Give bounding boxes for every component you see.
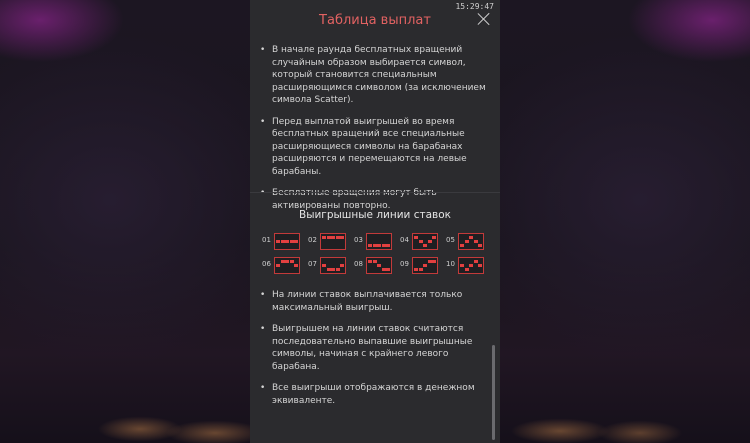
payline-diagram xyxy=(320,233,346,250)
payline-number: 10 xyxy=(446,260,455,268)
payline-cell xyxy=(372,259,377,263)
payline-cell xyxy=(473,259,478,263)
payline-cell xyxy=(285,259,290,263)
payline-number: 04 xyxy=(400,236,409,244)
payline-07: 07 xyxy=(308,257,354,275)
payline-diagram xyxy=(458,233,484,250)
list-item: В начале раунда бесплатных вращений случ… xyxy=(260,44,490,107)
payline-cell xyxy=(423,243,428,247)
payline-cell xyxy=(326,235,331,239)
payline-cell xyxy=(414,235,418,239)
payline-diagram xyxy=(274,233,300,250)
list-item: Перед выплатой выигрышей во время беспла… xyxy=(260,116,490,179)
list-item: Все выигрыши отображаются в денежном экв… xyxy=(260,382,490,407)
payline-cell xyxy=(460,263,464,267)
payline-number: 01 xyxy=(262,236,271,244)
payline-cell xyxy=(294,263,299,267)
payline-cell xyxy=(427,239,432,243)
payline-10: 10 xyxy=(446,257,492,275)
payline-03: 03 xyxy=(354,233,400,251)
payline-diagram xyxy=(274,257,300,274)
payline-diagram xyxy=(412,257,438,274)
payline-cell xyxy=(335,267,340,271)
list-item: Выигрышем на линии ставок считаются посл… xyxy=(260,323,490,373)
payline-cell xyxy=(280,259,285,263)
payline-cell xyxy=(418,239,423,243)
payline-diagram xyxy=(366,257,392,274)
paytable-content[interactable]: В начале раунда бесплатных вращений случ… xyxy=(250,36,500,443)
payline-number: 06 xyxy=(262,260,271,268)
payline-cell xyxy=(473,239,478,243)
payline-cell xyxy=(432,259,437,263)
payline-cell xyxy=(386,267,391,271)
payline-cell xyxy=(377,263,382,267)
payline-cell xyxy=(381,267,386,271)
payline-cell xyxy=(460,243,464,247)
payline-cell xyxy=(322,263,326,267)
payline-number: 03 xyxy=(354,236,363,244)
payline-cell xyxy=(335,235,340,239)
payline-cell xyxy=(368,259,372,263)
payline-cell xyxy=(372,243,377,247)
payline-diagram xyxy=(458,257,484,274)
payline-number: 09 xyxy=(400,260,409,268)
payline-cell xyxy=(418,267,423,271)
payline-cell xyxy=(381,243,386,247)
payline-01: 01 xyxy=(262,233,308,251)
payline-diagram xyxy=(320,257,346,274)
payline-number: 02 xyxy=(308,236,317,244)
payline-cell xyxy=(386,243,391,247)
payline-cell xyxy=(478,263,483,267)
payline-cell xyxy=(280,239,285,243)
payline-cell xyxy=(331,267,336,271)
payline-cell xyxy=(294,239,299,243)
paytable-title: Таблица выплат xyxy=(319,13,431,28)
payline-02: 02 xyxy=(308,233,354,251)
clock: 15:29:47 xyxy=(455,2,494,11)
free-spins-list: В начале раунда бесплатных вращений случ… xyxy=(260,44,490,221)
payline-cell xyxy=(478,243,483,247)
payline-cell xyxy=(289,259,294,263)
payline-cell xyxy=(464,239,469,243)
paytable-panel: Таблица выплат В начале раунда бесплатны… xyxy=(250,0,500,443)
payline-09: 09 xyxy=(400,257,446,275)
payline-cell xyxy=(423,263,428,267)
payline-06: 06 xyxy=(262,257,308,275)
scrollbar[interactable] xyxy=(492,345,495,440)
close-icon[interactable] xyxy=(477,12,491,26)
payline-cell xyxy=(464,267,469,271)
payline-cell xyxy=(432,235,437,239)
payline-cell xyxy=(331,235,336,239)
payline-number: 08 xyxy=(354,260,363,268)
payline-cell xyxy=(414,267,418,271)
rules-list: На линии ставок выплачивается только мак… xyxy=(260,289,490,416)
list-item: На линии ставок выплачивается только мак… xyxy=(260,289,490,314)
payline-04: 04 xyxy=(400,233,446,251)
payline-diagram xyxy=(412,233,438,250)
payline-cell xyxy=(340,235,345,239)
section-divider xyxy=(250,192,500,193)
payline-number: 07 xyxy=(308,260,317,268)
payline-cell xyxy=(276,239,280,243)
payline-cell xyxy=(322,235,326,239)
payline-cell xyxy=(469,263,474,267)
payline-08: 08 xyxy=(354,257,400,275)
payline-05: 05 xyxy=(446,233,492,251)
payline-cell xyxy=(368,243,372,247)
payline-number: 05 xyxy=(446,236,455,244)
payline-cell xyxy=(285,239,290,243)
payline-cell xyxy=(289,239,294,243)
payline-cell xyxy=(469,235,474,239)
payline-cell xyxy=(326,267,331,271)
payline-cell xyxy=(427,259,432,263)
payline-cell xyxy=(276,263,280,267)
payline-diagram xyxy=(366,233,392,250)
paylines-title: Выигрышные линии ставок xyxy=(298,209,451,221)
payline-cell xyxy=(377,243,382,247)
payline-cell xyxy=(340,263,345,267)
